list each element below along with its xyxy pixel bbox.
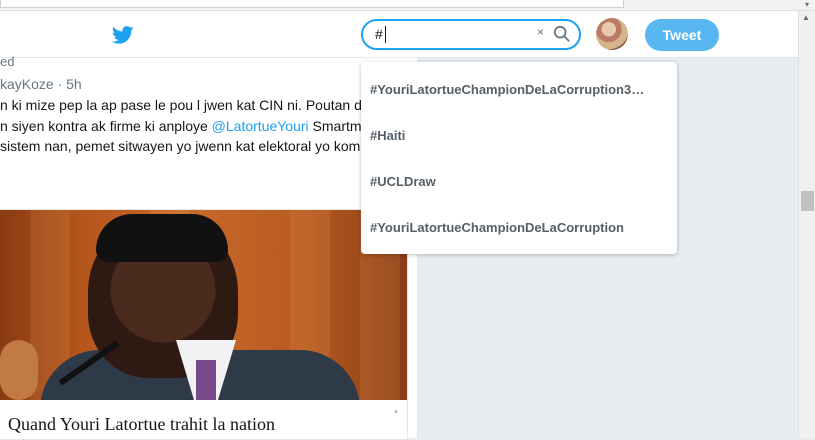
mention-link[interactable]: @LatortueYouri	[212, 118, 309, 134]
avatar[interactable]	[596, 18, 628, 50]
tweet-context: ed	[0, 54, 15, 69]
scroll-up-icon[interactable]: ▲	[802, 13, 810, 22]
tweet-button[interactable]: Tweet	[645, 19, 719, 51]
top-navigation-bar: # × Tweet	[0, 11, 798, 58]
suggestion-item[interactable]: #YouriLatortueChampionDeLaCorruption	[370, 220, 624, 235]
browser-address-bar[interactable]	[0, 0, 624, 8]
suggestion-item[interactable]: #UCLDraw	[370, 174, 436, 189]
tweet-text-part: n siyen kontra ak firme ki anploye	[0, 118, 212, 134]
text-caret	[385, 26, 386, 43]
browser-dropdown-icon[interactable]: ▾	[802, 0, 812, 9]
tweet-text-line-1: n ki mize pep la ap pase le pou l jwen k…	[0, 97, 370, 113]
search-input[interactable]: #	[375, 26, 383, 42]
search-suggestions-dropdown: #YouriLatortueChampionDeLaCorruption3… #…	[361, 62, 677, 254]
tweet-text-line-2: n siyen kontra ak firme ki anploye @Lato…	[0, 118, 369, 134]
card-corner-icon: ▴	[394, 406, 399, 415]
browser-toolbar: ▾	[0, 0, 815, 11]
scrollbar[interactable]: ▲	[798, 11, 815, 438]
search-box[interactable]: # ×	[361, 19, 581, 50]
scrollbar-thumb[interactable]	[801, 191, 814, 211]
card-title[interactable]: Quand Youri Latortue trahit la nation	[8, 414, 275, 435]
link-card[interactable]: Quand Youri Latortue trahit la nation ▴	[0, 209, 408, 440]
tweet-item[interactable]: ed kayKoze · 5h n ki mize pep la ap pase…	[0, 54, 418, 440]
suggestion-item[interactable]: #Haiti	[370, 128, 405, 143]
twitter-bird-icon[interactable]	[112, 26, 134, 44]
tweet-handle-time[interactable]: kayKoze · 5h	[0, 76, 82, 92]
suggestion-item[interactable]: #YouriLatortueChampionDeLaCorruption3…	[370, 82, 644, 97]
close-icon[interactable]: ×	[537, 25, 544, 39]
card-image	[0, 210, 407, 400]
tweet-text-line-3: sistem nan, pemet sitwayen yo jwenn kat …	[0, 138, 361, 154]
search-icon[interactable]	[553, 25, 571, 43]
